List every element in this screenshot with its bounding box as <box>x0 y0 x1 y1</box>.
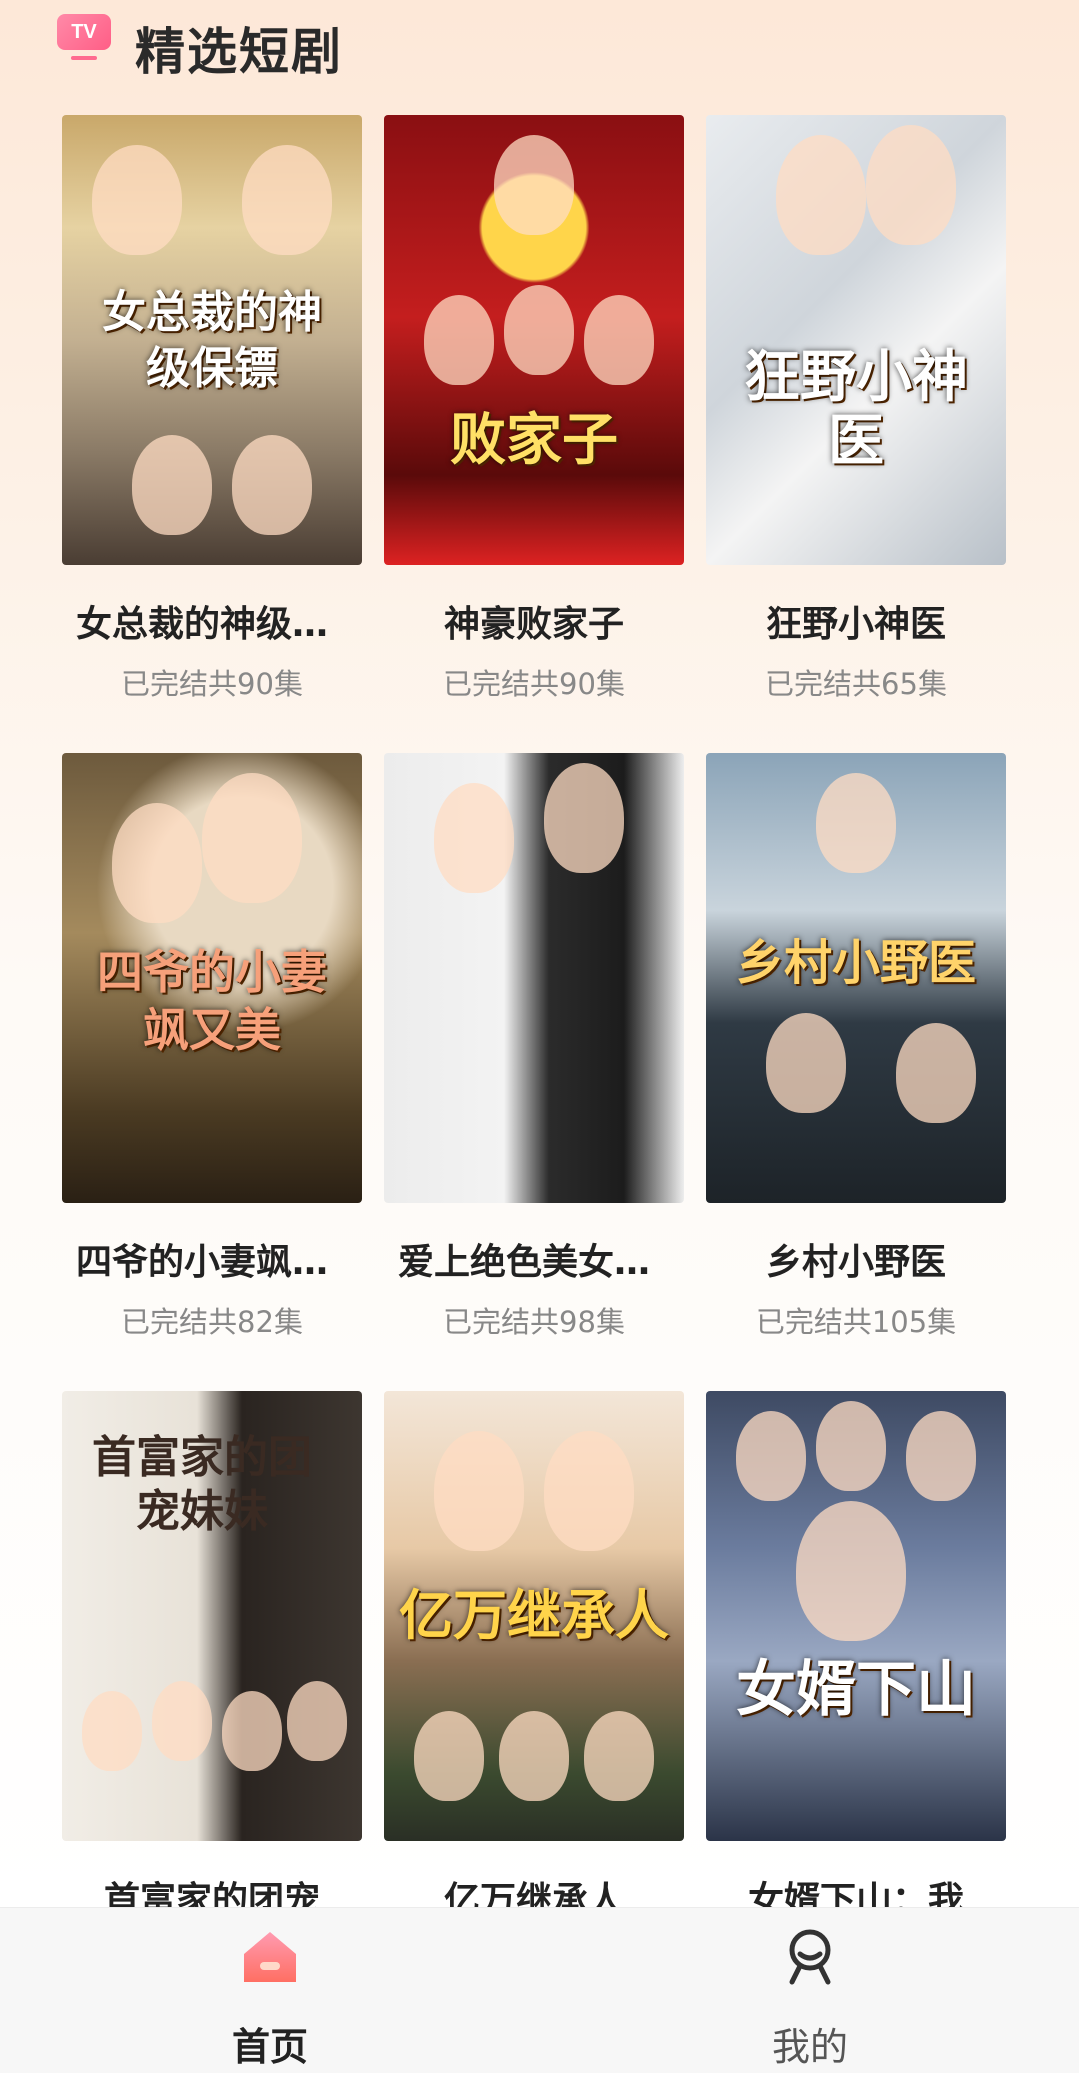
drama-title: 神豪败家子 <box>443 604 624 645</box>
poster-figure <box>906 1411 976 1501</box>
poster-figure <box>499 1711 569 1801</box>
poster-figure <box>816 1401 886 1491</box>
page-title: 精选短剧 <box>135 23 343 81</box>
poster-title: 败家子 <box>450 407 618 473</box>
tab-home[interactable]: 首页 <box>120 1908 420 2073</box>
poster-title: 亿万继承人 <box>399 1583 669 1647</box>
drama-card[interactable]: 亿万继承人 亿万继承人 <box>384 1391 684 1937</box>
poster-title: 狂野小神医 <box>744 344 968 474</box>
poster-figure <box>112 803 202 923</box>
drama-poster[interactable]: 狂野小神医 <box>706 115 1006 565</box>
poster-figure <box>544 763 624 873</box>
drama-title: 女总裁的神级保镖 <box>76 604 362 645</box>
drama-poster[interactable] <box>384 753 684 1203</box>
poster-figure <box>796 1501 906 1641</box>
poster-figure <box>232 435 312 535</box>
poster-figure <box>82 1691 142 1771</box>
poster-figure <box>434 783 514 893</box>
tab-mine-label: 我的 <box>771 2025 848 2069</box>
poster-figure <box>504 285 574 375</box>
poster-figure <box>896 1023 976 1123</box>
poster-title: 四爷的小妻飒又美 <box>97 945 327 1057</box>
drama-card[interactable]: 狂野小神医 狂野小神医 已完结共65集 <box>706 115 1006 703</box>
page: TV 精选短剧 女总裁的神级保镖 女总裁的神级保镖 已完结共90集 败家子 神豪… <box>0 0 1079 2073</box>
drama-episode-status: 已完结共90集 <box>121 667 303 701</box>
tv-stand <box>71 56 97 60</box>
drama-episode-status: 已完结共90集 <box>443 667 625 701</box>
drama-poster[interactable]: 女总裁的神级保镖 <box>62 115 362 565</box>
drama-card[interactable]: 败家子 神豪败家子 已完结共90集 <box>384 115 684 703</box>
drama-title: 爱上绝色美女总裁 <box>398 1242 684 1283</box>
poster-figure <box>816 773 896 873</box>
home-icon <box>244 1932 296 1982</box>
drama-card[interactable]: 女总裁的神级保镖 女总裁的神级保镖 已完结共90集 <box>62 115 362 703</box>
poster-figure <box>414 1711 484 1801</box>
poster-figure <box>736 1411 806 1501</box>
poster-figure <box>152 1681 212 1761</box>
drama-card[interactable]: 乡村小野医 乡村小野医 已完结共105集 <box>706 753 1006 1341</box>
poster-figure <box>424 295 494 385</box>
tab-home-label: 首页 <box>231 2025 308 2069</box>
poster-figure <box>287 1681 347 1761</box>
poster-figure <box>766 1013 846 1113</box>
drama-poster[interactable]: 四爷的小妻飒又美 <box>62 753 362 1203</box>
drama-title: 狂野小神医 <box>765 604 946 645</box>
drama-episode-status: 已完结共65集 <box>765 667 947 701</box>
poster-title: 女婿下山 <box>736 1655 976 1725</box>
poster-figure <box>584 295 654 385</box>
drama-title: 四爷的小妻飒又美 <box>76 1242 362 1283</box>
drama-episode-status: 已完结共82集 <box>121 1305 303 1339</box>
poster-figure <box>866 125 956 245</box>
drama-poster[interactable]: 首富家的团宠妹妹 <box>62 1391 362 1841</box>
poster-figure <box>132 435 212 535</box>
drama-poster[interactable]: 女婿下山 <box>706 1391 1006 1841</box>
poster-title: 女总裁的神级保镖 <box>102 287 322 394</box>
drama-poster[interactable]: 败家子 <box>384 115 684 565</box>
poster-figure <box>92 145 182 255</box>
poster-title: 首富家的团宠妹妹 <box>92 1432 312 1537</box>
header: TV 精选短剧 <box>0 0 1079 100</box>
poster-figure <box>776 135 866 255</box>
tv-logo-text: TV <box>57 14 111 50</box>
tab-mine[interactable]: 我的 <box>660 1908 960 2073</box>
person-icon <box>789 1929 831 1985</box>
drama-episode-status: 已完结共105集 <box>755 1305 957 1339</box>
drama-card[interactable]: 首富家的团宠妹妹 首富家的团宠 <box>62 1391 362 1937</box>
drama-card[interactable]: 四爷的小妻飒又美 四爷的小妻飒又美 已完结共82集 <box>62 753 362 1341</box>
drama-poster[interactable]: 亿万继承人 <box>384 1391 684 1841</box>
drama-title: 乡村小野医 <box>765 1242 946 1283</box>
poster-title: 乡村小野医 <box>735 935 976 991</box>
drama-card[interactable]: 爱上绝色美女总裁 已完结共98集 <box>384 753 684 1341</box>
drama-card[interactable]: 女婿下山 女婿下山：我 <box>706 1391 1006 1937</box>
poster-figure <box>242 145 332 255</box>
poster-figure <box>222 1691 282 1771</box>
poster-figure <box>544 1431 634 1551</box>
poster-figure <box>202 773 302 903</box>
drama-poster[interactable]: 乡村小野医 <box>706 753 1006 1203</box>
tv-logo-icon: TV <box>57 14 111 62</box>
bottom-tab-bar: 首页 我的 <box>0 1907 1079 2073</box>
poster-figure <box>584 1711 654 1801</box>
poster-figure <box>494 135 574 235</box>
poster-figure <box>434 1431 524 1551</box>
drama-episode-status: 已完结共98集 <box>443 1305 625 1339</box>
